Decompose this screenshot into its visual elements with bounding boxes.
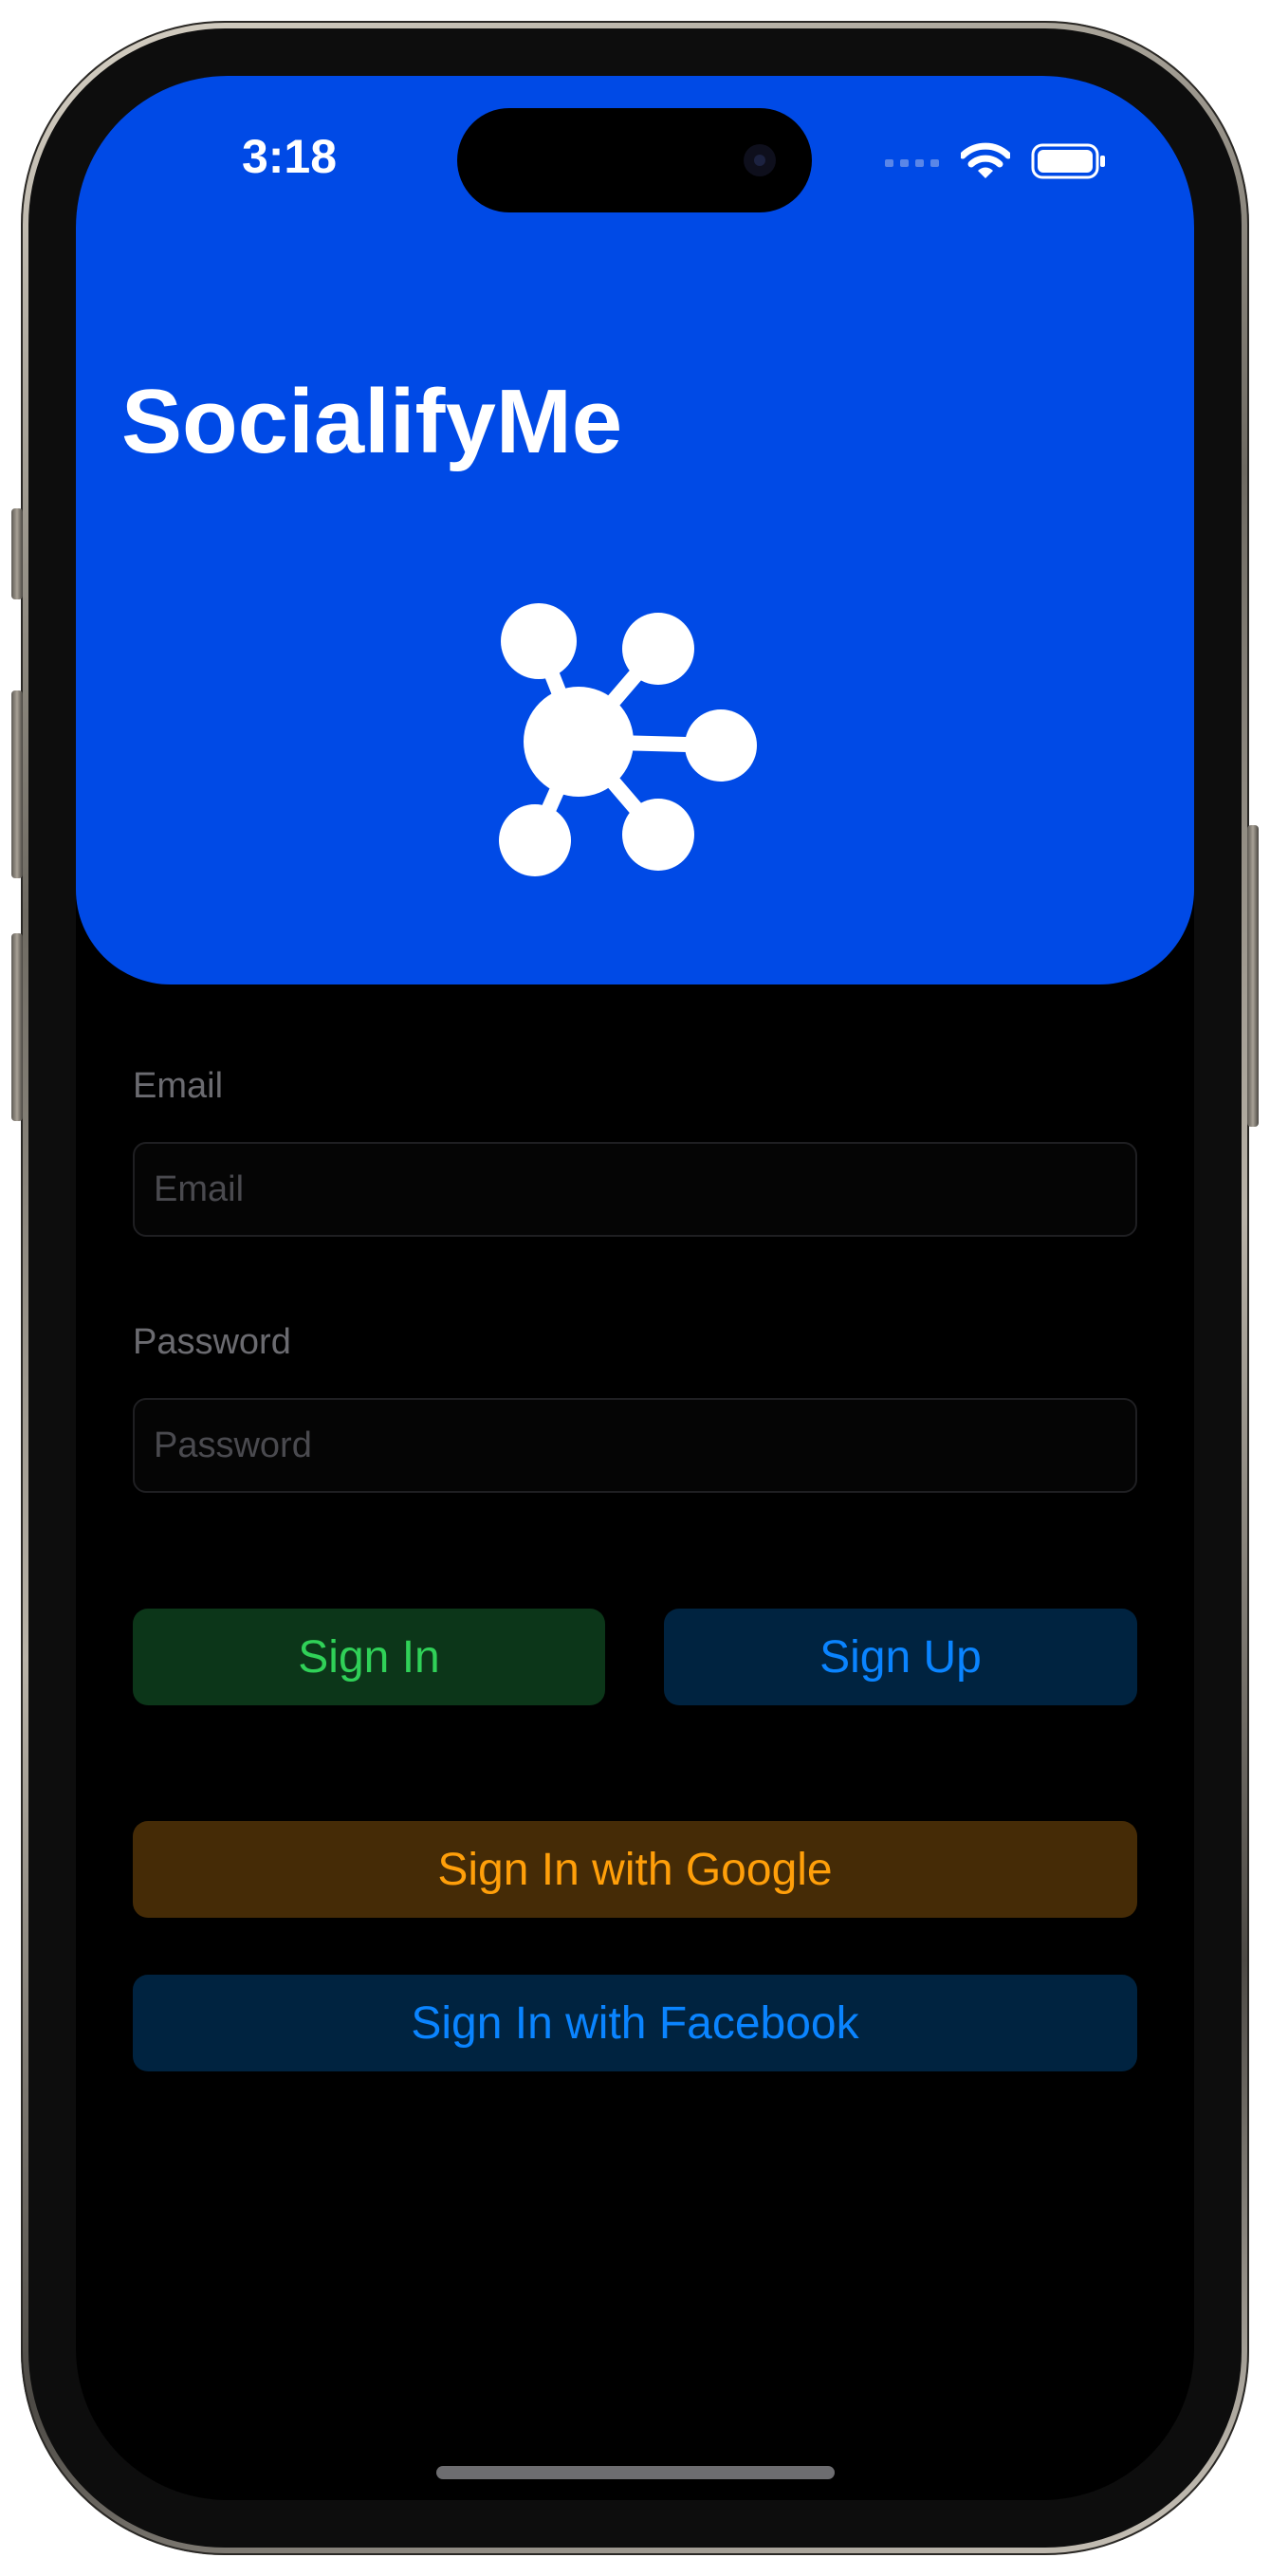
home-indicator[interactable] bbox=[436, 2466, 835, 2479]
header-banner: 3:18 SocialifyMe bbox=[76, 76, 1194, 984]
network-hub-icon bbox=[499, 603, 757, 876]
app-title: SocialifyMe bbox=[121, 371, 623, 472]
status-indicators bbox=[885, 142, 1107, 180]
password-field[interactable] bbox=[133, 1398, 1137, 1493]
wifi-icon bbox=[961, 142, 1010, 178]
google-sign-in-button[interactable]: Sign In with Google bbox=[133, 1821, 1137, 1918]
volume-down-button bbox=[11, 933, 23, 1121]
cellular-signal-icon bbox=[885, 159, 939, 167]
app-screen: 3:18 SocialifyMe Email Email Password Si… bbox=[76, 76, 1194, 2500]
action-button bbox=[11, 508, 23, 599]
front-camera-icon bbox=[744, 144, 776, 176]
dynamic-island bbox=[457, 108, 812, 212]
battery-icon bbox=[1031, 143, 1105, 179]
sign-up-button[interactable]: Sign Up bbox=[664, 1609, 1137, 1705]
password-label: Password bbox=[133, 1322, 291, 1362]
facebook-sign-in-button[interactable]: Sign In with Facebook bbox=[133, 1975, 1137, 2071]
sign-in-button[interactable]: Sign In bbox=[133, 1609, 605, 1705]
power-button bbox=[1247, 825, 1259, 1127]
volume-up-button bbox=[11, 690, 23, 878]
email-label: Email bbox=[133, 1066, 224, 1106]
status-time: 3:18 bbox=[241, 130, 338, 183]
email-field[interactable] bbox=[133, 1142, 1137, 1237]
